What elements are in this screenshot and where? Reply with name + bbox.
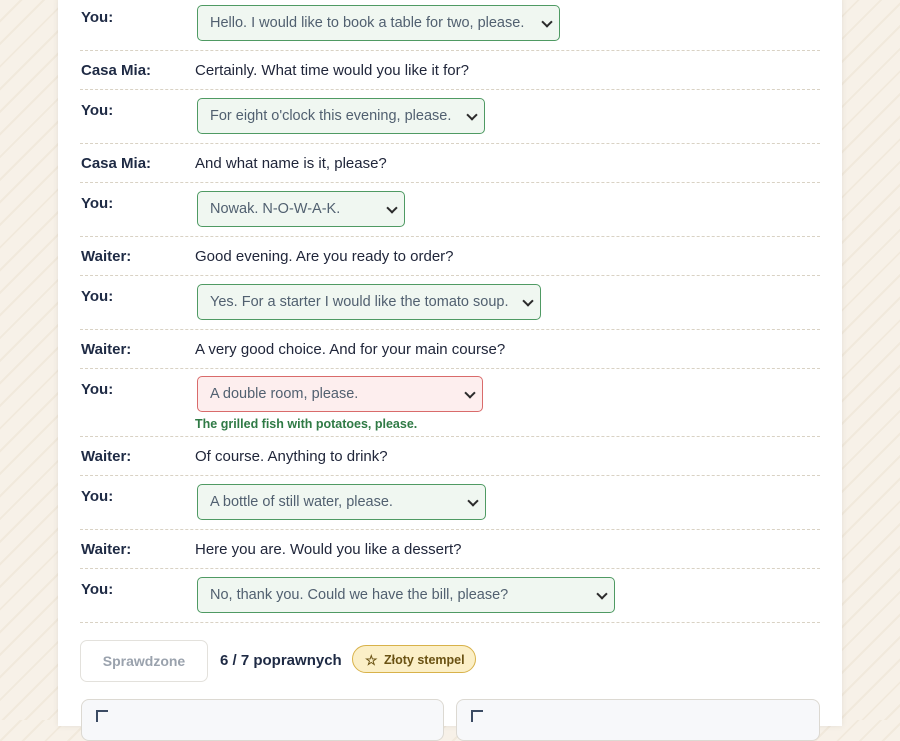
dialogue-line: A very good choice. And for your main co… bbox=[195, 341, 506, 358]
gold-stamp-badge: ☆ Złoty stempel bbox=[352, 645, 476, 673]
answer-select-6[interactable]: A bottle of still water, please. bbox=[197, 484, 486, 520]
speaker-label: You: bbox=[81, 102, 114, 119]
answer-select-3[interactable]: Nowak. N-O-W-A-K. bbox=[197, 191, 405, 227]
speaker-label: You: bbox=[81, 488, 114, 505]
dialogue-row-11: You: A bottle of still water, please. bbox=[80, 476, 820, 530]
card-icon bbox=[96, 710, 108, 722]
badge-label: Złoty stempel bbox=[384, 653, 465, 667]
chevron-down-icon bbox=[596, 588, 608, 600]
speaker-label: You: bbox=[81, 288, 114, 305]
select-value: A double room, please. bbox=[210, 386, 359, 402]
dialogue-row-1: You: Hello. I would like to book a table… bbox=[80, 0, 820, 51]
dialogue-row-2: Casa Mia: Certainly. What time would you… bbox=[80, 51, 820, 90]
select-value: A bottle of still water, please. bbox=[210, 494, 393, 510]
bottom-card-right[interactable] bbox=[456, 699, 820, 741]
dialogue-row-12: Waiter: Here you are. Would you like a d… bbox=[80, 530, 820, 569]
answer-select-1[interactable]: Hello. I would like to book a table for … bbox=[197, 5, 560, 41]
dialogue-row-5: You: Nowak. N-O-W-A-K. bbox=[80, 183, 820, 237]
card-icon bbox=[471, 710, 483, 722]
chevron-down-icon bbox=[467, 495, 479, 507]
answer-select-5[interactable]: A double room, please. bbox=[197, 376, 483, 412]
dialogue-row-10: Waiter: Of course. Anything to drink? bbox=[80, 437, 820, 476]
dialogue-list: You: Hello. I would like to book a table… bbox=[80, 0, 820, 623]
dialogue-row-7: You: Yes. For a starter I would like the… bbox=[80, 276, 820, 330]
select-value: Nowak. N-O-W-A-K. bbox=[210, 201, 341, 217]
chevron-down-icon bbox=[386, 202, 398, 214]
star-outline-icon: ☆ bbox=[365, 652, 378, 668]
chevron-down-icon bbox=[522, 295, 534, 307]
dialogue-line: And what name is it, please? bbox=[195, 155, 387, 172]
dialogue-row-4: Casa Mia: And what name is it, please? bbox=[80, 144, 820, 183]
correct-answer-feedback: The grilled fish with potatoes, please. bbox=[195, 417, 418, 431]
dialogue-row-9: You: A double room, please. The grilled … bbox=[80, 369, 820, 437]
dialogue-line: Of course. Anything to drink? bbox=[195, 448, 388, 465]
speaker-label: Waiter: bbox=[81, 448, 132, 465]
answer-select-7[interactable]: No, thank you. Could we have the bill, p… bbox=[197, 577, 615, 613]
bottom-card-left[interactable] bbox=[81, 699, 444, 741]
chevron-down-icon bbox=[466, 109, 478, 121]
dialogue-line: Here you are. Would you like a dessert? bbox=[195, 541, 462, 558]
speaker-label: You: bbox=[81, 581, 114, 598]
checked-button[interactable]: Sprawdzone bbox=[80, 640, 208, 682]
answer-select-2[interactable]: For eight o'clock this evening, please. bbox=[197, 98, 485, 134]
speaker-label: Waiter: bbox=[81, 341, 132, 358]
score-text: 6 / 7 poprawnych bbox=[220, 652, 342, 669]
speaker-label: Waiter: bbox=[81, 541, 132, 558]
select-value: Yes. For a starter I would like the toma… bbox=[210, 294, 509, 310]
speaker-label: Casa Mia: bbox=[81, 155, 152, 172]
results-bar: Sprawdzone 6 / 7 poprawnych ☆ Złoty stem… bbox=[80, 640, 820, 682]
speaker-label: You: bbox=[81, 195, 114, 212]
exercise-card: You: Hello. I would like to book a table… bbox=[58, 0, 842, 741]
speaker-label: Waiter: bbox=[81, 248, 132, 265]
speaker-label: You: bbox=[81, 9, 114, 26]
dialogue-line: Certainly. What time would you like it f… bbox=[195, 62, 469, 79]
answer-select-4[interactable]: Yes. For a starter I would like the toma… bbox=[197, 284, 541, 320]
speaker-label: Casa Mia: bbox=[81, 62, 152, 79]
dialogue-row-3: You: For eight o'clock this evening, ple… bbox=[80, 90, 820, 144]
chevron-down-icon bbox=[464, 387, 476, 399]
chevron-down-icon bbox=[541, 16, 553, 28]
select-value: No, thank you. Could we have the bill, p… bbox=[210, 587, 509, 603]
select-value: Hello. I would like to book a table for … bbox=[210, 15, 525, 31]
dialogue-row-13: You: No, thank you. Could we have the bi… bbox=[80, 569, 820, 623]
dialogue-row-8: Waiter: A very good choice. And for your… bbox=[80, 330, 820, 369]
select-value: For eight o'clock this evening, please. bbox=[210, 108, 452, 124]
dialogue-row-6: Waiter: Good evening. Are you ready to o… bbox=[80, 237, 820, 276]
speaker-label: You: bbox=[81, 381, 114, 398]
dialogue-line: Good evening. Are you ready to order? bbox=[195, 248, 454, 265]
